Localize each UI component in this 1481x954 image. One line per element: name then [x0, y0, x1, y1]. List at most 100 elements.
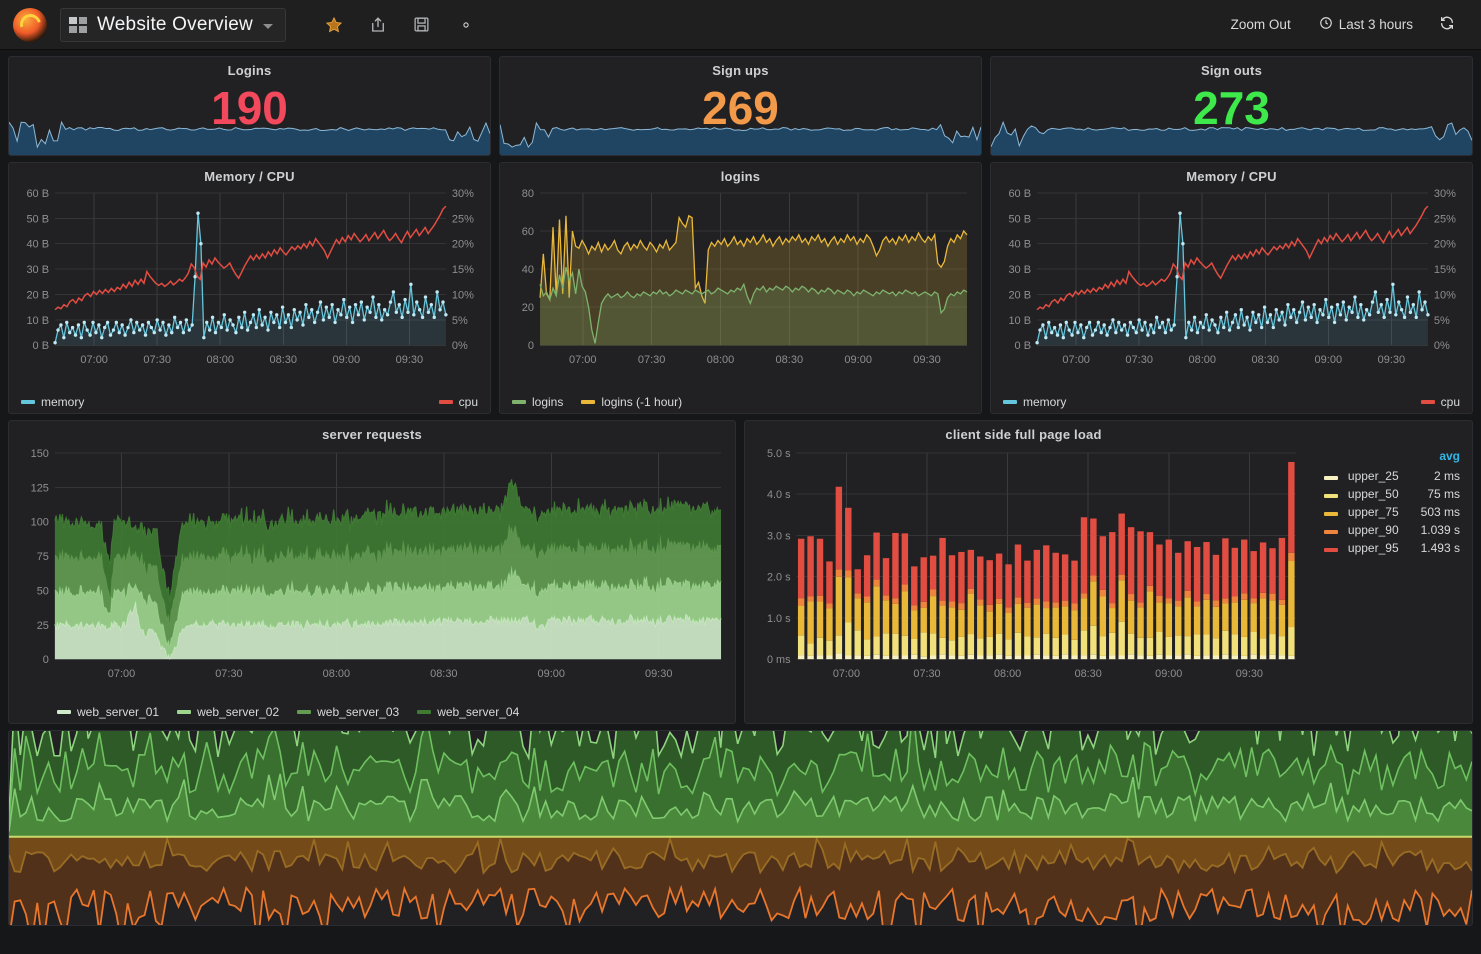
svg-text:20%: 20%	[452, 239, 474, 251]
legend-item[interactable]: cpu	[439, 395, 478, 409]
share-icon[interactable]	[356, 5, 400, 45]
panel-logins-graph[interactable]: logins 02040608007:0007:3008:0008:3009:0…	[499, 162, 982, 414]
svg-text:60: 60	[522, 226, 534, 238]
legend-item[interactable]: web_server_02	[177, 705, 279, 719]
legend-table-row[interactable]: upper_901.039 s	[1320, 521, 1464, 539]
svg-text:09:30: 09:30	[396, 354, 424, 366]
svg-text:09:00: 09:00	[1155, 668, 1182, 680]
page-title: Website Overview	[97, 14, 253, 36]
legend-label: memory	[1023, 395, 1066, 409]
stat-value: 269	[500, 85, 981, 131]
legend-label: web_server_03	[317, 705, 399, 719]
legend-swatch	[1320, 521, 1342, 539]
svg-text:08:30: 08:30	[776, 354, 804, 366]
svg-text:125: 125	[31, 482, 49, 494]
legend-swatch	[512, 400, 526, 404]
gear-icon[interactable]	[444, 5, 488, 45]
legend: memory cpu	[991, 395, 1472, 409]
grafana-logo-wrap[interactable]	[0, 8, 60, 42]
panel-page-load[interactable]: client side full page load 0 ms1.0 s2.0 …	[744, 420, 1473, 724]
chart-area: 0 ms1.0 s2.0 s3.0 s4.0 s5.0 s07:0007:300…	[745, 443, 1304, 685]
panel-title: Memory / CPU	[991, 163, 1472, 184]
legend-table-row[interactable]: upper_5075 ms	[1320, 485, 1464, 503]
svg-text:08:30: 08:30	[430, 668, 457, 680]
svg-text:09:30: 09:30	[645, 668, 672, 680]
time-range-picker[interactable]: Last 3 hours	[1305, 8, 1427, 42]
legend-item[interactable]: web_server_04	[417, 705, 519, 719]
legend-swatch	[177, 710, 191, 714]
svg-text:10%: 10%	[452, 290, 474, 302]
legend-item[interactable]: logins (-1 hour)	[581, 395, 682, 409]
panel-memory-cpu-right[interactable]: Memory / CPU 0 B0%10 B5%20 B10%30 B15%40…	[990, 162, 1473, 414]
grafana-logo[interactable]	[13, 8, 47, 42]
legend-item[interactable]: cpu	[1421, 395, 1460, 409]
panel-title: Memory / CPU	[9, 163, 490, 184]
svg-text:20 B: 20 B	[26, 290, 49, 302]
legend-item[interactable]: logins	[512, 395, 563, 409]
chevron-down-icon[interactable]	[263, 24, 273, 29]
chart-area: 025507510012515007:0007:3008:0008:3009:0…	[9, 443, 735, 685]
svg-text:30 B: 30 B	[26, 264, 49, 276]
svg-text:08:30: 08:30	[1075, 668, 1102, 680]
row-graphs-1: Memory / CPU 0 B0%10 B5%20 B10%30 B15%40…	[8, 162, 1473, 414]
legend-table-row[interactable]: upper_252 ms	[1320, 467, 1464, 485]
panel-title: client side full page load	[745, 421, 1472, 442]
svg-text:30%: 30%	[452, 188, 474, 200]
zoom-out-button[interactable]: Zoom Out	[1217, 8, 1305, 42]
svg-text:150: 150	[31, 448, 49, 460]
legend-swatch	[297, 710, 311, 714]
legend: memory cpu	[9, 395, 490, 409]
legend-item[interactable]: web_server_03	[297, 705, 399, 719]
panel-memory-cpu-left[interactable]: Memory / CPU 0 B0%10 B5%20 B10%30 B15%40…	[8, 162, 491, 414]
legend-label: logins (-1 hour)	[601, 395, 682, 409]
svg-text:5%: 5%	[452, 315, 468, 327]
svg-text:25%: 25%	[452, 213, 474, 225]
svg-text:07:30: 07:30	[913, 668, 940, 680]
legend-series-name[interactable]: upper_95	[1342, 539, 1403, 557]
legend-table-row[interactable]: upper_951.493 s	[1320, 539, 1464, 557]
save-icon[interactable]	[400, 5, 444, 45]
legend-table-row[interactable]: upper_75503 ms	[1320, 503, 1464, 521]
svg-text:09:00: 09:00	[333, 354, 361, 366]
legend-item[interactable]: memory	[21, 395, 84, 409]
svg-text:10 B: 10 B	[26, 315, 49, 327]
legend-item[interactable]: memory	[1003, 395, 1066, 409]
legend-swatch-header	[1320, 449, 1342, 467]
dashboard-board: Logins 190 Sign ups 269 Sign outs 273 Me…	[0, 56, 1481, 926]
svg-text:07:00: 07:00	[569, 354, 597, 366]
svg-text:30%: 30%	[1434, 188, 1456, 200]
panel-signouts-stat[interactable]: Sign outs 273	[990, 56, 1473, 156]
legend-avg-value: 503 ms	[1403, 503, 1464, 521]
legend-series-name[interactable]: upper_25	[1342, 467, 1403, 485]
chart-area: 0 B0%10 B5%20 B10%30 B15%40 B20%50 B25%6…	[9, 185, 490, 371]
time-range-label: Last 3 hours	[1339, 17, 1413, 32]
svg-text:0: 0	[528, 340, 534, 352]
legend-series-name[interactable]: upper_50	[1342, 485, 1403, 503]
svg-text:07:30: 07:30	[1125, 354, 1153, 366]
legend-series-name[interactable]: upper_75	[1342, 503, 1403, 521]
svg-text:0: 0	[43, 654, 49, 666]
legend-avg-value: 1.493 s	[1403, 539, 1464, 557]
svg-text:09:30: 09:30	[913, 354, 941, 366]
legend-swatch	[1320, 485, 1342, 503]
legend-label: logins	[532, 395, 563, 409]
refresh-button[interactable]	[1427, 8, 1467, 42]
legend-avg-header[interactable]: avg	[1403, 449, 1464, 467]
legend: web_server_01 web_server_02 web_server_0…	[9, 705, 735, 719]
chart-area: 0 B0%10 B5%20 B10%30 B15%40 B20%50 B25%6…	[991, 185, 1472, 371]
svg-text:07:00: 07:00	[80, 354, 108, 366]
star-icon[interactable]	[312, 5, 356, 45]
legend-item[interactable]: web_server_01	[57, 705, 159, 719]
stat-value: 273	[991, 85, 1472, 131]
panel-server-requests[interactable]: server requests 025507510012515007:0007:…	[8, 420, 736, 724]
legend-swatch	[21, 400, 35, 404]
svg-text:50 B: 50 B	[26, 213, 49, 225]
svg-text:07:30: 07:30	[638, 354, 666, 366]
panel-signups-stat[interactable]: Sign ups 269	[499, 56, 982, 156]
dashboard-picker[interactable]: Website Overview	[60, 8, 286, 42]
panel-bottom-overview[interactable]	[8, 730, 1473, 926]
panel-logins-stat[interactable]: Logins 190	[8, 56, 491, 156]
legend-label: cpu	[459, 395, 478, 409]
legend-series-name[interactable]: upper_90	[1342, 521, 1403, 539]
svg-text:07:30: 07:30	[143, 354, 171, 366]
